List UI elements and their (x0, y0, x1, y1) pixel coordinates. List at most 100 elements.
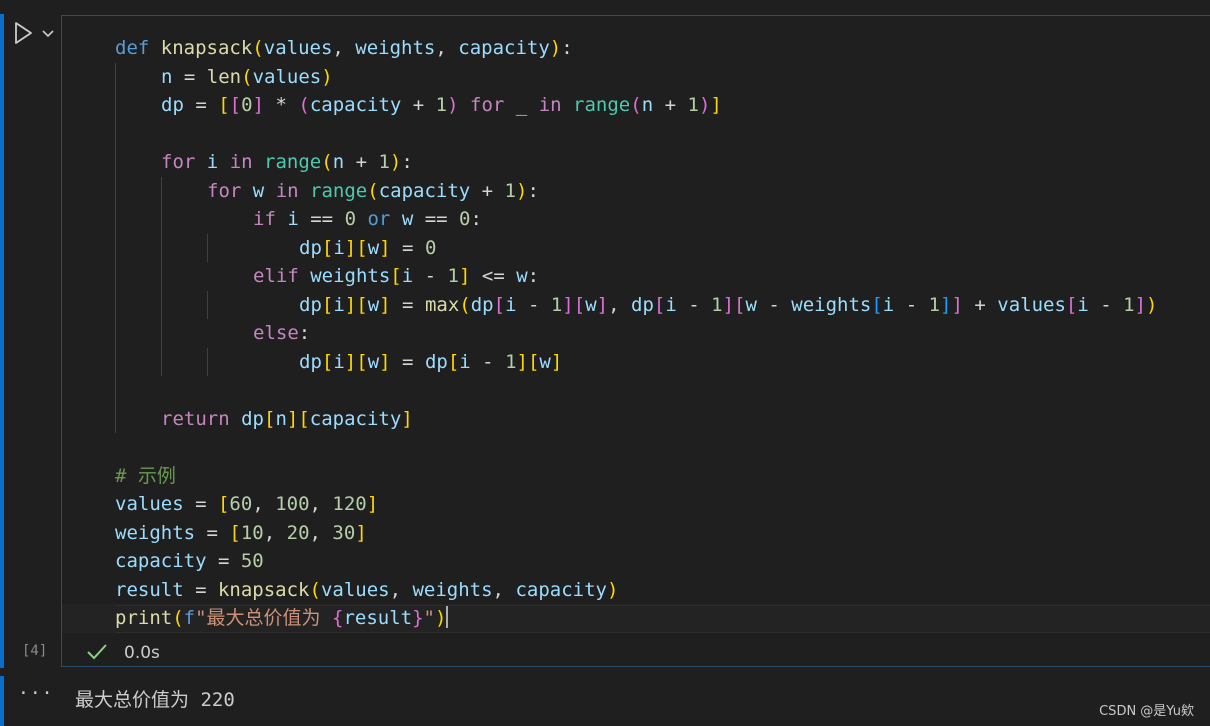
code-token: dp (631, 293, 654, 316)
code-token: 1 (505, 350, 517, 373)
code-token: if (253, 208, 276, 230)
code-token: n (161, 65, 173, 88)
code-token: weights (310, 265, 391, 287)
code-token: w (745, 293, 757, 316)
code-token: 100 (275, 493, 310, 515)
code-token: , (332, 37, 356, 59)
code-line[interactable]: def knapsack(values, weights, capacity): (62, 34, 1210, 63)
cell-output-text: 最大总价值为 220 (75, 689, 235, 711)
code-line[interactable]: # 示例 (62, 462, 1210, 491)
code-token: = (206, 550, 241, 572)
code-line[interactable] (62, 376, 1210, 405)
code-token: 1 (550, 293, 563, 316)
code-token: ] (379, 236, 391, 259)
ellipsis-icon[interactable]: ··· (18, 683, 54, 704)
indent-guide (115, 290, 116, 319)
code-token: 20 (286, 521, 310, 544)
code-line[interactable]: elif weights[i - 1] <= w: (62, 262, 1210, 291)
code-line[interactable]: return dp[n][capacity] (62, 404, 1210, 433)
code-token: n (641, 94, 654, 116)
code-token: dp (241, 407, 264, 430)
code-token: capacity (515, 578, 607, 601)
code-line[interactable] (62, 119, 1210, 148)
code-token: [ (263, 407, 276, 430)
code-token: ] (379, 293, 391, 316)
code-line[interactable]: n = len(values) (62, 62, 1210, 91)
code-token: result (115, 578, 184, 601)
code-token: result (343, 607, 413, 629)
code-token: ( (252, 37, 264, 59)
code-token: ( (309, 578, 321, 601)
code-editor[interactable]: def knapsack(values, weights, capacity):… (61, 15, 1210, 667)
code-token: - (516, 293, 551, 316)
code-token: ) (698, 94, 711, 116)
code-token: ] (401, 407, 413, 430)
code-token: w (516, 265, 528, 287)
code-token: values (263, 37, 333, 59)
code-line[interactable]: dp = [[0] * (capacity + 1) for _ in rang… (62, 91, 1210, 120)
code-line[interactable]: values = [60, 100, 120] (62, 490, 1210, 519)
code-line[interactable] (62, 433, 1210, 462)
code-line[interactable]: if i == 0 or w == 0: (62, 205, 1210, 234)
cell-focus-bar (0, 14, 4, 668)
code-token: - (894, 293, 929, 316)
code-token: = (390, 236, 425, 259)
code-token: 0 (424, 236, 437, 259)
code-line[interactable]: capacity = 50 (62, 547, 1210, 576)
code-token: ( (459, 293, 471, 316)
code-token: = (172, 65, 207, 88)
code-line[interactable]: for i in range(n + 1): (62, 148, 1210, 177)
code-token: 1 (435, 94, 448, 116)
code-token: dp (299, 236, 322, 259)
indent-guide (115, 205, 116, 234)
code-token: dp (161, 94, 184, 116)
code-token: def (115, 37, 150, 59)
play-icon[interactable] (15, 22, 32, 44)
code-token: capacity (309, 407, 402, 430)
code-token: capacity (378, 179, 471, 202)
code-token: values (320, 578, 390, 601)
code-token: dp (424, 350, 448, 373)
code-token: w (367, 293, 380, 316)
code-line[interactable]: result = knapsack(values, weights, capac… (62, 576, 1210, 605)
chevron-down-icon[interactable] (42, 30, 54, 38)
code-token: in (538, 94, 562, 116)
code-line[interactable]: print(f"最大总价值为 {result}") (62, 604, 1210, 633)
code-token: == (298, 208, 345, 230)
indent-guide (115, 404, 116, 433)
code-token: - (470, 350, 506, 373)
code-token: 1 (378, 151, 390, 173)
code-token: 10 (240, 521, 264, 544)
code-token: = (195, 521, 230, 544)
code-token: i (459, 350, 471, 373)
code-token: [ (1065, 293, 1078, 316)
indent-guide (115, 347, 116, 376)
code-line[interactable]: weights = [10, 20, 30] (62, 519, 1210, 548)
output-focus-bar (0, 676, 4, 726)
indent-guide (115, 91, 116, 120)
checkmark-icon (87, 644, 107, 660)
code-line[interactable]: else: (62, 319, 1210, 348)
code-token: ( (367, 179, 379, 202)
watermark: CSDN @是Yu欸 (1099, 704, 1194, 719)
code-token: } (412, 607, 424, 629)
text-cursor (446, 606, 449, 628)
execution-time: 0.0s (124, 643, 160, 663)
code-line[interactable]: dp[i][w] = max(dp[i - 1][w], dp[i - 1][w… (62, 290, 1210, 319)
code-token: + (344, 151, 379, 173)
code-line[interactable]: dp[i][w] = 0 (62, 233, 1210, 262)
code-line[interactable]: for w in range(capacity + 1): (62, 176, 1210, 205)
indent-guide (115, 176, 116, 205)
code-token: , (389, 578, 413, 601)
code-token: values (115, 493, 184, 515)
code-token: i (333, 350, 345, 373)
code-token: 0 (459, 208, 471, 230)
code-token: ] (722, 293, 735, 316)
code-line[interactable]: dp[i][w] = dp[i - 1][w] (62, 347, 1210, 376)
code-token: knapsack (217, 578, 310, 601)
